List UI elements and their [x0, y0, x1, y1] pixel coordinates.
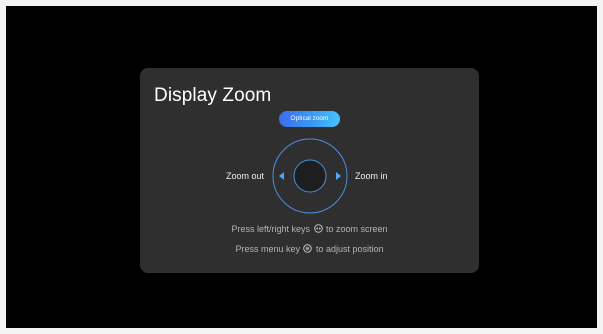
tv-screen: Display Zoom Optical zoom Zoom out Zoom …	[6, 6, 597, 328]
left-right-keys-icon	[313, 224, 323, 233]
dial-center-button[interactable]	[293, 159, 327, 193]
zoom-out-label: Zoom out	[225, 171, 264, 181]
hint-1-text-after: to zoom screen	[326, 224, 388, 234]
menu-key-icon	[303, 244, 313, 253]
hint-zoom-screen: Press left/right keys to zoom screen	[140, 224, 479, 234]
hint-1-text-before: Press left/right keys	[231, 224, 310, 234]
zoom-in-label: Zoom in	[355, 171, 388, 181]
hint-2-text-after: to adjust position	[316, 244, 384, 254]
hint-2-text-before: Press menu key	[235, 244, 300, 254]
zoom-in-arrow-icon[interactable]	[336, 172, 341, 180]
display-zoom-dialog: Display Zoom Optical zoom Zoom out Zoom …	[140, 68, 479, 273]
zoom-dial[interactable]	[270, 136, 350, 216]
optical-zoom-button[interactable]: Optical zoom	[279, 111, 340, 127]
dialog-title: Display Zoom	[154, 85, 272, 106]
zoom-out-arrow-icon[interactable]	[279, 172, 284, 180]
hint-adjust-position: Press menu key to adjust position	[140, 244, 479, 254]
